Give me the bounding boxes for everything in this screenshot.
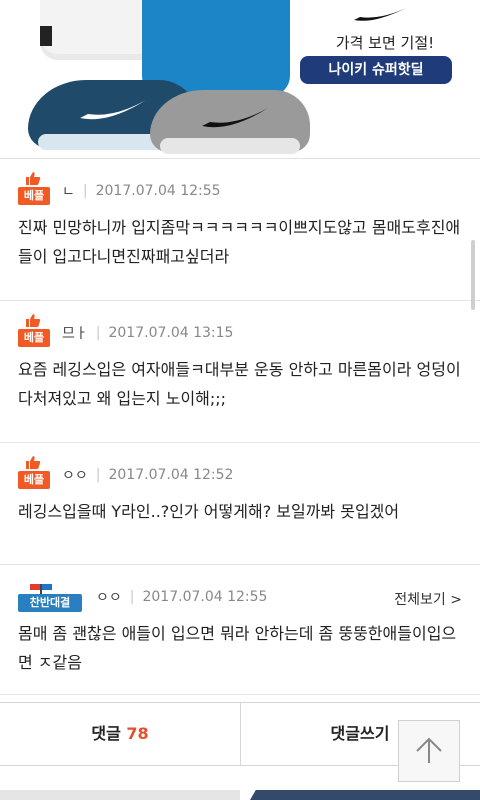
best-badge-label: 베플: [18, 329, 50, 347]
write-comment-label: 댓글쓰기: [330, 724, 390, 743]
best-badge: 베플: [18, 172, 50, 205]
best-badge: 베플: [18, 456, 50, 489]
swoosh-logo-icon: [354, 8, 406, 21]
comment-meta: 베플 ㅇㅇ | 2017.07.04 12:52: [18, 456, 462, 489]
swoosh-icon: [202, 108, 268, 128]
divider: |: [129, 589, 135, 605]
scroll-to-top-button[interactable]: [398, 720, 460, 782]
comments-count: 78: [126, 724, 149, 743]
comment-date: 2017.07.04 12:55: [142, 589, 268, 605]
comment-item[interactable]: 베플 ㅇㅇ | 2017.07.04 12:52 레깅스입을때 Y라인..?인가…: [0, 443, 480, 565]
comment-list: 베플 ㄴ | 2017.07.04 12:55 진짜 민망하니까 입지좀막ㅋㅋㅋ…: [0, 159, 480, 695]
thumbs-up-icon: [26, 172, 41, 185]
view-all-link[interactable]: 전체보기 >: [394, 589, 462, 609]
debate-badge-label: 찬반대결: [18, 594, 82, 612]
divider: |: [95, 325, 101, 341]
comment-author: ㄴ: [62, 184, 75, 200]
comment-meta: 베플 므ㅏ | 2017.07.04 13:15: [18, 314, 462, 347]
comment-date: 2017.07.04 12:55: [95, 183, 221, 199]
ad-banner[interactable]: 가격 보면 기절! 나이키 슈퍼핫딜: [0, 0, 480, 159]
comment-item-debate[interactable]: 찬반대결 ㅇㅇ | 2017.07.04 12:55 전체보기 > 몸매 좀 괜…: [0, 565, 480, 695]
comment-author: ㅇㅇ: [96, 590, 122, 606]
comment-meta: 베플 ㄴ | 2017.07.04 12:55: [18, 172, 462, 205]
ad-badge[interactable]: 나이키 슈퍼핫딜: [300, 56, 452, 84]
comment-author: ㅇㅇ: [62, 468, 88, 484]
ad-headline: 가격 보면 기절!: [335, 34, 435, 52]
divider: |: [95, 467, 101, 483]
arrow-up-icon: [416, 737, 442, 763]
swoosh-icon: [80, 100, 146, 120]
scrollbar[interactable]: [471, 240, 475, 310]
bottom-decoration: [0, 790, 480, 800]
comment-item[interactable]: 베플 ㄴ | 2017.07.04 12:55 진짜 민망하니까 입지좀막ㅋㅋㅋ…: [0, 159, 480, 301]
best-badge-label: 베플: [18, 187, 50, 205]
best-badge: 베플: [18, 314, 50, 347]
comment-text: 요즘 레깅스입은 여자애들ㅋ대부분 운동 안하고 마른몸이라 엉덩이다처져있고 …: [18, 360, 461, 408]
comment-text: 레깅스입을때 Y라인..?인가 어떻게해? 보일까봐 못입겠어: [18, 502, 400, 521]
comment-date: 2017.07.04 12:52: [108, 467, 234, 483]
comment-date: 2017.07.04 13:15: [108, 325, 234, 341]
comment-text: 진짜 민망하니까 입지좀막ㅋㅋㅋㅋㅋㅋ이쁘지도않고 몸매도후진애들이 입고다니면…: [18, 218, 461, 266]
thumbs-up-icon: [26, 456, 41, 469]
ad-shoe-gray-image: [150, 90, 310, 154]
best-badge-label: 베플: [18, 471, 50, 489]
debate-badge: 찬반대결: [18, 582, 84, 612]
divider: |: [82, 183, 88, 199]
comments-count-button[interactable]: 댓글 78: [0, 703, 240, 765]
comments-label: 댓글: [91, 724, 121, 743]
comment-item[interactable]: 베플 므ㅏ | 2017.07.04 13:15 요즘 레깅스입은 여자애들ㅋ대…: [0, 301, 480, 443]
thumbs-up-icon: [26, 314, 41, 327]
comment-text: 몸매 좀 괜찮은 애들이 입으면 뭐라 안하는데 좀 뚱뚱한애들이입으면 ㅈ같음: [18, 624, 457, 672]
comment-author: 므ㅏ: [62, 326, 88, 342]
